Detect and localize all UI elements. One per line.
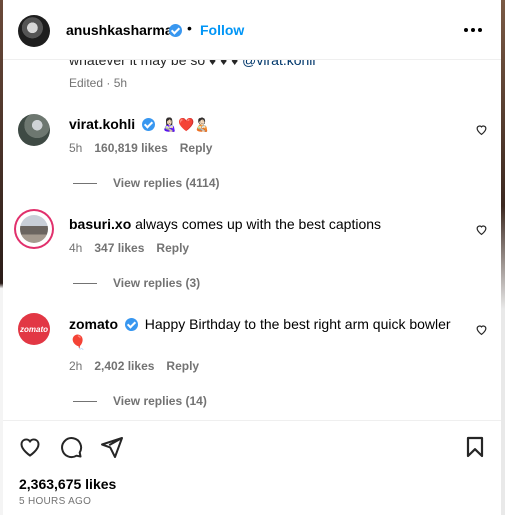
heart-icon[interactable]	[18, 435, 42, 459]
background-edge-right	[501, 0, 505, 515]
verified-badge-icon	[142, 118, 156, 131]
view-replies-label: View replies (3)	[113, 276, 201, 290]
post-timestamp: 5 HOURS AGO	[19, 496, 92, 507]
comment-time: 2h	[69, 359, 83, 373]
share-icon[interactable]	[100, 435, 124, 459]
comment-avatar[interactable]	[18, 213, 50, 245]
post-panel: anushkasharma • Follow whatever it may b…	[3, 0, 501, 515]
post-header: anushkasharma • Follow	[3, 0, 501, 60]
comment-like-heart-icon[interactable]	[475, 223, 488, 236]
bookmark-icon[interactable]	[463, 435, 487, 459]
post-likes-count[interactable]: 2,363,675 likes	[19, 476, 116, 492]
comment-text: 👩🏻‍🍼❤️🧑🏻‍🍼	[161, 118, 211, 133]
comment-likes[interactable]: 347 likes	[94, 241, 144, 255]
comment-meta: 5h 160,819 likes Reply	[69, 141, 212, 155]
avatar-photo	[20, 215, 48, 243]
comment-like-heart-icon[interactable]	[475, 123, 488, 136]
comment-body: zomato Happy Birthday to the best right …	[69, 315, 459, 351]
comment-meta: 2h 2,402 likes Reply	[69, 359, 199, 373]
comment-body: virat.kohli 👩🏻‍🍼❤️🧑🏻‍🍼	[69, 115, 459, 135]
follow-button[interactable]: Follow	[200, 22, 244, 38]
avatar[interactable]	[18, 15, 50, 47]
zomato-logo: zomato	[20, 324, 48, 334]
reply-button[interactable]: Reply	[180, 141, 213, 155]
view-replies-button[interactable]: View replies (3)	[73, 276, 200, 290]
post-author-username[interactable]: anushkasharma	[66, 22, 173, 38]
comment-time: 4h	[69, 241, 83, 255]
comment-likes[interactable]: 160,819 likes	[94, 141, 167, 155]
comment-likes[interactable]: 2,402 likes	[94, 359, 154, 373]
comment-avatar[interactable]: zomato	[18, 313, 50, 345]
comment-username[interactable]: zomato	[69, 316, 118, 332]
comment-meta: 4h 347 likes Reply	[69, 241, 189, 255]
replies-line	[73, 400, 97, 402]
view-replies-label: View replies (14)	[113, 394, 207, 408]
comment-text: always comes up with the best captions	[135, 216, 382, 232]
comment-like-heart-icon[interactable]	[475, 323, 488, 336]
comment-username[interactable]: basuri.xo	[69, 216, 131, 232]
more-options-icon[interactable]	[461, 18, 485, 42]
replies-line	[73, 182, 97, 184]
comment-username[interactable]: virat.kohli	[69, 116, 135, 132]
verified-badge-icon	[169, 24, 182, 37]
separator-dot: •	[187, 20, 192, 36]
reply-button[interactable]: Reply	[166, 359, 199, 373]
reply-button[interactable]: Reply	[156, 241, 189, 255]
view-replies-button[interactable]: View replies (4114)	[73, 176, 220, 190]
edited-timestamp: Edited · 5h	[69, 76, 128, 90]
verified-badge-icon	[124, 318, 138, 331]
view-replies-button[interactable]: View replies (14)	[73, 394, 207, 408]
view-replies-label: View replies (4114)	[113, 176, 220, 190]
post-actions: 2,363,675 likes 5 HOURS AGO	[3, 420, 501, 515]
comment-body: basuri.xo always comes up with the best …	[69, 215, 459, 233]
replies-line	[73, 282, 97, 284]
comment-time: 5h	[69, 141, 83, 155]
comment-icon[interactable]	[59, 435, 83, 459]
comment-avatar[interactable]	[18, 114, 50, 146]
